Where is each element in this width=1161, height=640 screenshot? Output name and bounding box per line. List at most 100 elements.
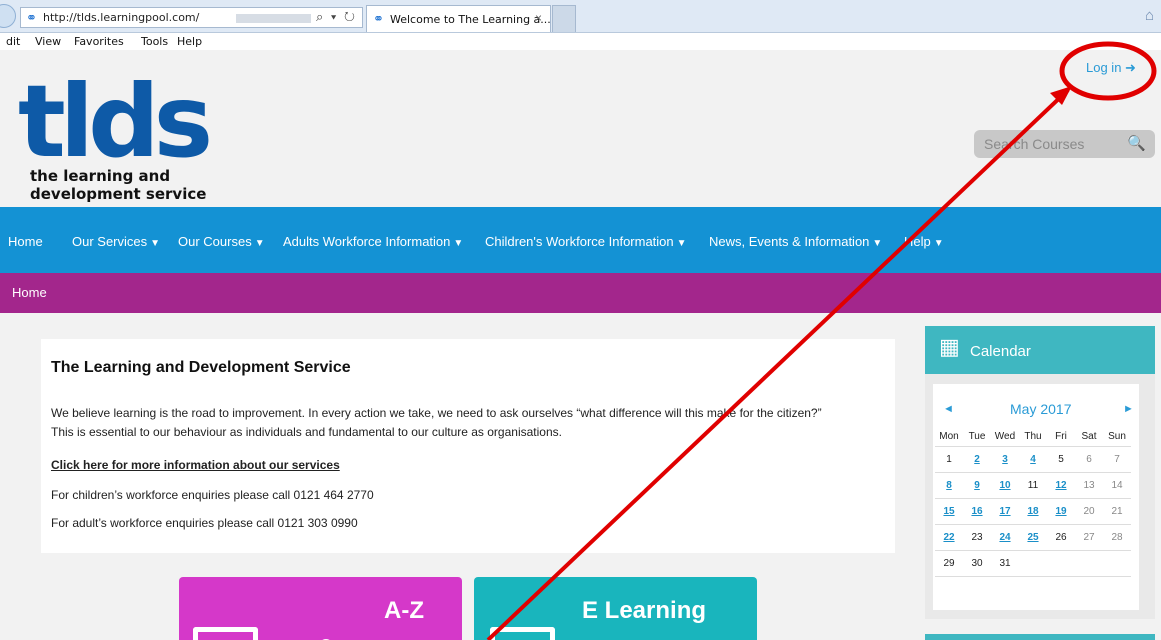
browser-address-bar: ⚭ http://tlds.learningpool.com/ ⌕ ▾ ↻ ⚭ … <box>0 0 1161 33</box>
calendar-day[interactable]: 19 <box>1047 498 1075 525</box>
nav-news-events-label[interactable]: News, Events & Information <box>709 234 869 249</box>
menu-favorites[interactable]: Favorites <box>74 35 124 48</box>
url-box[interactable]: ⚭ http://tlds.learningpool.com/ ⌕ ▾ ↻ <box>20 7 363 28</box>
calendar-day: 6 <box>1075 446 1103 473</box>
nav-adults-workforce-label[interactable]: Adults Workforce Information <box>283 234 450 249</box>
menu-help[interactable]: Help <box>177 35 202 48</box>
calendar-day[interactable]: 16 <box>963 498 991 525</box>
calendar-weekday-row: Mon Tue Wed Thu Fri Sat Sun <box>935 428 1131 447</box>
chevron-down-icon[interactable]: ▼ <box>453 238 463 249</box>
calendar-day: 29 <box>935 550 963 577</box>
next-month-icon[interactable]: ► <box>1123 403 1134 415</box>
calendar-month[interactable]: May 2017 <box>1010 401 1071 417</box>
logo-tagline-1: the learning and <box>30 167 171 185</box>
calendar-weekday: Fri <box>1047 428 1075 447</box>
calendar-day[interactable]: 18 <box>1019 498 1047 525</box>
calendar-day[interactable]: 17 <box>991 498 1019 525</box>
chevron-down-icon[interactable]: ▼ <box>872 238 882 249</box>
calendar-day: 1 <box>935 446 963 473</box>
tab-title: Welcome to The Learning a... <box>390 13 551 26</box>
search-icon[interactable]: 🔍 <box>1127 134 1146 152</box>
calendar-day[interactable]: 9 <box>963 472 991 499</box>
breadcrumb: Home <box>0 273 1161 313</box>
calendar-day[interactable]: 10 <box>991 472 1019 499</box>
calendar-day: 28 <box>1103 524 1131 551</box>
calendar-weekday: Thu <box>1019 428 1047 447</box>
chevron-down-icon[interactable]: ▼ <box>934 238 944 249</box>
chevron-down-icon[interactable]: ▼ <box>150 238 160 249</box>
calendar-day: 20 <box>1075 498 1103 525</box>
nav-our-courses-label[interactable]: Our Courses <box>178 234 252 249</box>
calendar-block: ◄ May 2017 ► Mon Tue Wed Thu Fri Sat Sun 12345… <box>925 374 1155 619</box>
calendar-title: Calendar <box>970 343 1031 360</box>
menu-tools[interactable]: Tools <box>141 35 168 48</box>
calendar-empty-cell <box>1019 550 1047 577</box>
calendar-day[interactable]: 2 <box>963 446 991 473</box>
nav-home-label[interactable]: Home <box>8 234 43 249</box>
monitor-icon <box>490 627 555 640</box>
document-icon <box>193 627 258 640</box>
a-z-tile[interactable]: A-Z <box>179 577 462 640</box>
browser-menu-bar: dit View Favorites Tools Help <box>0 33 1161 50</box>
new-tab-button[interactable] <box>552 5 576 32</box>
calendar-day: 21 <box>1103 498 1131 525</box>
calendar-day[interactable]: 24 <box>991 524 1019 551</box>
calendar-day[interactable]: 8 <box>935 472 963 499</box>
calendar-day[interactable]: 15 <box>935 498 963 525</box>
browser-tab[interactable]: ⚭ Welcome to The Learning a... × <box>366 5 551 32</box>
e-learning-tile[interactable]: E Learning <box>474 577 757 640</box>
calendar-day[interactable]: 4 <box>1019 446 1047 473</box>
url-controls[interactable]: ⌕ ▾ ↻ <box>316 9 357 25</box>
services-info-link[interactable]: Click here for more information about ou… <box>51 458 340 472</box>
nav-home[interactable]: Home <box>8 234 43 249</box>
calendar-week-row: 29 30 31 <box>935 550 1131 577</box>
site-logo[interactable]: tlds <box>18 72 213 172</box>
e-learning-tile-label[interactable]: E Learning <box>582 597 706 625</box>
tab-favicon-icon: ⚭ <box>373 11 384 26</box>
calendar-day: 31 <box>991 550 1019 577</box>
calendar-weeks: 1 2 3 4 5 6 7 8 9 10 11 12 13 14 15 16 17 18 19 20 21 22 23 24 2… <box>935 446 1131 577</box>
back-button[interactable] <box>0 4 16 28</box>
menu-view[interactable]: View <box>35 35 61 48</box>
calendar-day: 27 <box>1075 524 1103 551</box>
main-nav: Home Our Services ▼ Our Courses ▼ Adults W… <box>0 207 1161 273</box>
calendar-weekday: Mon <box>935 428 963 447</box>
chevron-down-icon[interactable]: ▼ <box>255 238 265 249</box>
home-icon[interactable]: ⌂ <box>1145 7 1154 24</box>
nav-childrens-workforce[interactable]: Children's Workforce Information ▼ <box>485 234 687 249</box>
nav-help-label[interactable]: Help <box>904 234 931 249</box>
previous-month-icon[interactable]: ◄ <box>943 403 954 415</box>
intro-paragraph-2: This is essential to our behaviour as in… <box>51 425 562 439</box>
url-text[interactable]: http://tlds.learningpool.com/ <box>43 11 199 24</box>
calendar-day[interactable]: 25 <box>1019 524 1047 551</box>
calendar-empty-cell <box>1075 550 1103 577</box>
calendar-day[interactable]: 22 <box>935 524 963 551</box>
nav-our-services-label[interactable]: Our Services <box>72 234 147 249</box>
login-link[interactable]: Log in ➜ <box>1086 60 1136 76</box>
calendar-widget: ◄ May 2017 ► Mon Tue Wed Thu Fri Sat Sun 12345… <box>933 384 1139 610</box>
calendar-day: 26 <box>1047 524 1075 551</box>
course-search: 🔍 <box>974 130 1155 158</box>
nav-adults-workforce[interactable]: Adults Workforce Information ▼ <box>283 234 463 249</box>
calendar-day[interactable]: 12 <box>1047 472 1075 499</box>
login-label[interactable]: Log in <box>1086 60 1121 75</box>
adult-enquiries-text: For adult’s workforce enquiries please c… <box>51 516 358 530</box>
nav-help[interactable]: Help ▼ <box>904 234 944 249</box>
breadcrumb-home[interactable]: Home <box>12 285 47 300</box>
intro-panel: The Learning and Development Service We … <box>41 339 895 553</box>
nav-our-services[interactable]: Our Services ▼ <box>72 234 160 249</box>
sign-in-icon[interactable]: ➜ <box>1125 60 1136 75</box>
calendar-week-row: 1234567 <box>935 446 1131 473</box>
menu-edit[interactable]: dit <box>6 35 20 48</box>
tab-close-icon[interactable]: × <box>535 11 542 25</box>
nav-childrens-workforce-label[interactable]: Children's Workforce Information <box>485 234 674 249</box>
a-z-tile-label[interactable]: A-Z <box>384 597 424 625</box>
calendar-week-row: 22 23 24 25 26 27 28 <box>935 524 1131 551</box>
search-input[interactable] <box>974 130 1124 158</box>
nav-news-events[interactable]: News, Events & Information ▼ <box>709 234 882 249</box>
chevron-down-icon[interactable]: ▼ <box>677 238 687 249</box>
calendar-day: 30 <box>963 550 991 577</box>
calendar-day: 11 <box>1019 472 1047 499</box>
nav-our-courses[interactable]: Our Courses ▼ <box>178 234 265 249</box>
calendar-day[interactable]: 3 <box>991 446 1019 473</box>
